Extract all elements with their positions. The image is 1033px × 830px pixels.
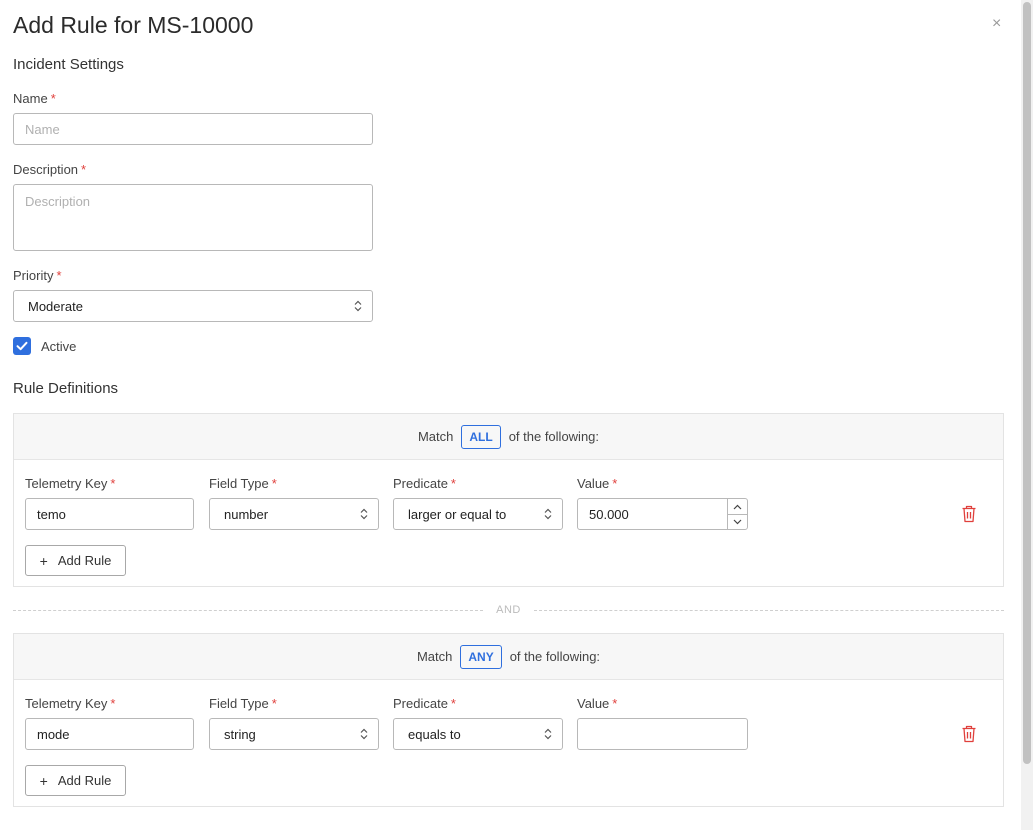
match-header: Match ANY of the following: xyxy=(14,634,1003,680)
trash-icon[interactable] xyxy=(961,505,977,523)
plus-icon: + xyxy=(39,552,48,569)
match-header: Match ALL of the following: xyxy=(14,414,1003,460)
rule-row: Telemetry Key * Field Type * Predicate * Va… xyxy=(14,680,1003,806)
trash-icon[interactable] xyxy=(961,725,977,743)
required-marker: * xyxy=(56,268,62,283)
add-rule-button[interactable]: + Add Rule xyxy=(25,765,126,796)
chevron-up-down-icon xyxy=(360,728,368,740)
modal-title: Add Rule for MS-10000 xyxy=(13,12,254,38)
field-type-label: Field Type * xyxy=(209,696,277,711)
name-label: Name * xyxy=(13,91,56,106)
telemetry-key-label: Telemetry Key * xyxy=(25,696,116,711)
active-checkbox[interactable] xyxy=(13,337,31,355)
value-label: Value * xyxy=(577,696,618,711)
plus-icon: + xyxy=(39,772,48,789)
telemetry-key-label: Telemetry Key * xyxy=(25,476,116,491)
rule-group-all: Match ALL of the following: Telemetry Ke… xyxy=(13,413,1004,587)
chevron-up-down-icon xyxy=(360,508,368,520)
rule-row: Telemetry Key * Field Type * Predicate * Va… xyxy=(14,460,1003,586)
scrollbar[interactable] xyxy=(1021,0,1033,830)
description-input[interactable] xyxy=(13,184,373,251)
match-mode-toggle[interactable]: ANY xyxy=(460,644,502,669)
and-separator: AND xyxy=(13,604,1004,616)
add-rule-modal: Add Rule for MS-10000 × Incident Setting… xyxy=(0,0,1020,830)
value-input[interactable] xyxy=(577,498,748,530)
telemetry-key-input[interactable] xyxy=(25,718,194,750)
chevron-up-down-icon xyxy=(544,508,552,520)
add-rule-button[interactable]: + Add Rule xyxy=(25,545,126,576)
required-marker: * xyxy=(50,91,56,106)
priority-select[interactable]: Moderate xyxy=(13,290,373,322)
required-marker: * xyxy=(81,162,87,177)
chevron-up-icon[interactable] xyxy=(727,499,747,514)
telemetry-key-input[interactable] xyxy=(25,498,194,530)
field-type-label: Field Type * xyxy=(209,476,277,491)
close-icon[interactable]: × xyxy=(992,16,1001,32)
scrollbar-thumb[interactable] xyxy=(1023,2,1031,764)
predicate-label: Predicate * xyxy=(393,696,456,711)
match-mode-toggle[interactable]: ALL xyxy=(461,424,501,449)
chevron-up-down-icon xyxy=(354,300,362,312)
chevron-up-down-icon xyxy=(544,728,552,740)
value-label: Value * xyxy=(577,476,618,491)
predicate-label: Predicate * xyxy=(393,476,456,491)
predicate-select[interactable]: larger or equal to xyxy=(393,498,563,530)
field-type-select[interactable]: number xyxy=(209,498,379,530)
priority-value: Moderate xyxy=(28,298,83,314)
rule-group-any: Match ANY of the following: Telemetry Ke… xyxy=(13,633,1004,807)
value-input[interactable] xyxy=(577,718,748,750)
predicate-select[interactable]: equals to xyxy=(393,718,563,750)
active-label: Active xyxy=(41,339,77,354)
name-input[interactable] xyxy=(13,113,373,145)
priority-label: Priority * xyxy=(13,268,62,283)
value-number-input xyxy=(577,498,748,530)
description-label: Description * xyxy=(13,162,87,177)
chevron-down-icon[interactable] xyxy=(727,514,747,529)
rule-definitions-heading: Rule Definitions xyxy=(13,380,119,397)
incident-settings-heading: Incident Settings xyxy=(13,56,124,73)
check-icon xyxy=(16,341,28,351)
field-type-select[interactable]: string xyxy=(209,718,379,750)
